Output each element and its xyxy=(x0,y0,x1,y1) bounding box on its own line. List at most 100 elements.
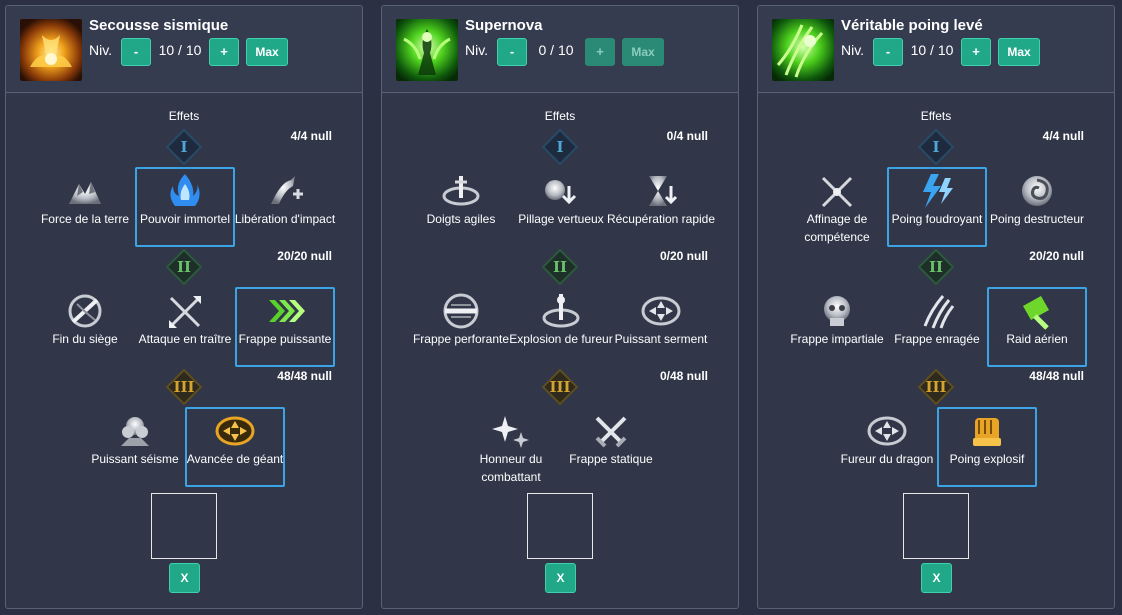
skill-header: Supernova Niv. - 0 / 10 + Max xyxy=(382,6,738,93)
level-max-button[interactable]: Max xyxy=(246,38,288,66)
directional-compass-icon xyxy=(867,412,907,450)
secousse-sismique-skill-icon xyxy=(20,19,82,81)
tier-1-points: 4/4 null xyxy=(1042,129,1084,143)
tier-2-numeral: II xyxy=(552,258,568,276)
tier-3-points: 48/48 null xyxy=(277,369,332,383)
skill-panel-secousse-sismique: Secousse sismique Niv. - 10 / 10 + Max E… xyxy=(5,5,363,609)
piercing-strike-icon xyxy=(441,292,481,330)
tripod-doigts-agiles[interactable]: Doigts agiles xyxy=(411,167,511,247)
skill-title: Véritable poing levé xyxy=(841,17,983,34)
siege-end-icon xyxy=(65,292,105,330)
tripod-label: Raid aérien xyxy=(1006,332,1068,346)
crossed-blades-icon xyxy=(817,172,857,210)
tripod-liberation-impact[interactable]: Libération d'impact xyxy=(235,167,335,247)
tripod-pouvoir-immortel[interactable]: Pouvoir immortel xyxy=(135,167,235,247)
level-value: 10 / 10 xyxy=(910,42,954,58)
tripod-puissant-seisme[interactable]: Puissant séisme xyxy=(85,407,185,487)
tripod-recuperation-rapide[interactable]: Récupération rapide xyxy=(607,167,715,247)
skill-header: Véritable poing levé Niv. - 10 / 10 + Ma… xyxy=(758,6,1114,93)
level-label: Niv. xyxy=(89,42,113,58)
tripod-attaque-en-traitre[interactable]: Attaque en traître xyxy=(135,287,235,367)
tripod-raid-aerien[interactable]: Raid aérien xyxy=(987,287,1087,367)
rune-slot[interactable] xyxy=(527,493,593,559)
tier-3-badge: III xyxy=(541,368,579,406)
level-decrease-button[interactable]: - xyxy=(873,38,903,66)
rune-slot[interactable] xyxy=(151,493,217,559)
level-increase-button[interactable]: + xyxy=(961,38,991,66)
remove-rune-button[interactable]: X xyxy=(921,563,952,593)
golden-compass-icon xyxy=(215,412,255,450)
supernova-skill-icon xyxy=(396,19,458,81)
sparkle-burst-icon xyxy=(491,412,531,450)
level-label: Niv. xyxy=(841,42,865,58)
tier-3-numeral: III xyxy=(925,378,947,396)
tripod-affinage-de-competence[interactable]: Affinage de compétence xyxy=(787,167,887,247)
tripod-label: Poing explosif xyxy=(949,452,1025,466)
tripod-label: Puissant serment xyxy=(614,332,708,346)
tripod-fin-du-siege[interactable]: Fin du siège xyxy=(35,287,135,367)
tripod-label: Libération d'impact xyxy=(234,212,336,226)
tier-1-numeral: I xyxy=(932,138,940,156)
tier-3-badge: III xyxy=(917,368,955,406)
level-max-button[interactable]: Max xyxy=(622,38,664,66)
tripod-frappe-statique[interactable]: Frappe statique xyxy=(561,407,661,487)
hourglass-icon xyxy=(641,172,681,210)
golden-fist-icon xyxy=(967,412,1007,450)
agile-fingers-icon xyxy=(441,172,481,210)
level-decrease-button[interactable]: - xyxy=(497,38,527,66)
tier-3-numeral: III xyxy=(173,378,195,396)
crossed-swords-icon xyxy=(591,412,631,450)
lightning-icon xyxy=(917,172,957,210)
tripod-label: Récupération rapide xyxy=(606,212,716,226)
virtuous-plunder-icon xyxy=(541,172,581,210)
tripod-avancee-de-geant[interactable]: Avancée de géant xyxy=(185,407,285,487)
tier-1-points: 4/4 null xyxy=(290,129,332,143)
remove-rune-button[interactable]: X xyxy=(545,563,576,593)
tier-3-points: 48/48 null xyxy=(1029,369,1084,383)
tier-2-numeral: II xyxy=(176,258,192,276)
level-increase-button[interactable]: + xyxy=(209,38,239,66)
tripod-fureur-du-dragon[interactable]: Fureur du dragon xyxy=(837,407,937,487)
tripod-poing-explosif[interactable]: Poing explosif xyxy=(937,407,1037,487)
tier-1-points: 0/4 null xyxy=(666,129,708,143)
tripod-frappe-enragee[interactable]: Frappe enragée xyxy=(887,287,987,367)
skull-icon xyxy=(817,292,857,330)
tier-2-badge: II xyxy=(165,248,203,286)
tripod-explosion-de-fureur[interactable]: Explosion de fureur xyxy=(509,287,613,367)
directional-compass-icon xyxy=(641,292,681,330)
tripod-poing-destructeur[interactable]: Poing destructeur xyxy=(987,167,1087,247)
green-chevrons-icon xyxy=(265,292,305,330)
tripod-poing-foudroyant[interactable]: Poing foudroyant xyxy=(887,167,987,247)
earthquake-cloud-icon xyxy=(115,412,155,450)
tier-3-badge: III xyxy=(165,368,203,406)
blue-flame-icon xyxy=(165,172,205,210)
tier-2-numeral: II xyxy=(928,258,944,276)
tripod-pillage-vertueux[interactable]: Pillage vertueux xyxy=(511,167,611,247)
tripod-frappe-puissante[interactable]: Frappe puissante xyxy=(235,287,335,367)
tier-1-badge: I xyxy=(541,128,579,166)
green-hammer-icon xyxy=(1017,292,1057,330)
remove-rune-button[interactable]: X xyxy=(169,563,200,593)
tripod-label: Frappe puissante xyxy=(238,332,332,346)
tier-2-points: 20/20 null xyxy=(277,249,332,263)
tripod-label: Avancée de géant xyxy=(186,452,284,466)
tripod-force-de-la-terre[interactable]: Force de la terre xyxy=(35,167,135,247)
level-max-button[interactable]: Max xyxy=(998,38,1040,66)
tier-2-points: 20/20 null xyxy=(1029,249,1084,263)
tripod-frappe-perforante[interactable]: Frappe perforante xyxy=(411,287,511,367)
level-increase-button[interactable]: + xyxy=(585,38,615,66)
tier-1-badge: I xyxy=(917,128,955,166)
skill-header: Secousse sismique Niv. - 10 / 10 + Max xyxy=(6,6,362,93)
rune-slot[interactable] xyxy=(903,493,969,559)
tripod-frappe-impartiale[interactable]: Frappe impartiale xyxy=(787,287,887,367)
tier-1-numeral: I xyxy=(180,138,188,156)
skill-title: Secousse sismique xyxy=(89,17,229,34)
level-decrease-button[interactable]: - xyxy=(121,38,151,66)
tripod-puissant-serment[interactable]: Puissant serment xyxy=(611,287,711,367)
tripod-honneur-du-combattant[interactable]: Honneur du combattant xyxy=(461,407,561,487)
skill-panel-veritable-poing-leve: Véritable poing levé Niv. - 10 / 10 + Ma… xyxy=(757,5,1115,609)
tier-2-badge: II xyxy=(917,248,955,286)
veritable-poing-leve-skill-icon xyxy=(772,19,834,81)
level-label: Niv. xyxy=(465,42,489,58)
tier-3-numeral: III xyxy=(549,378,571,396)
